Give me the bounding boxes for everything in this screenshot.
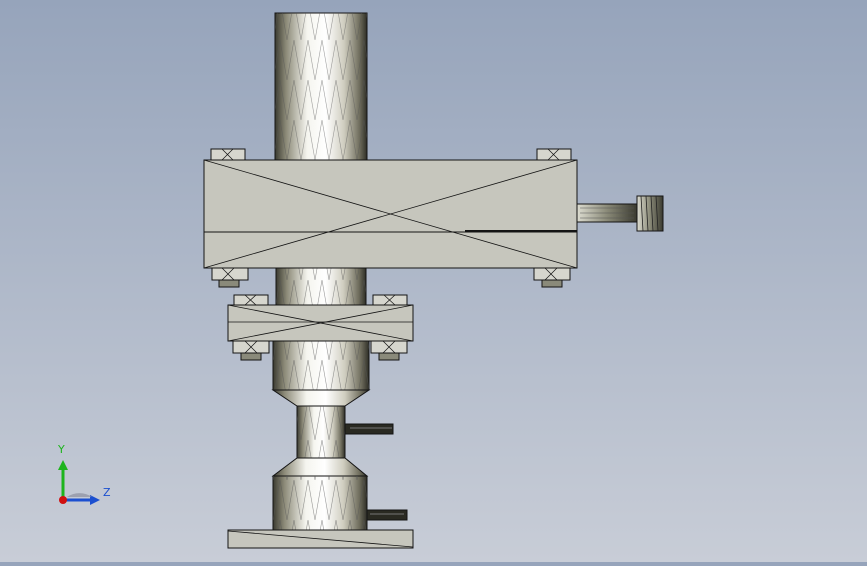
y-axis-label: Y	[58, 443, 65, 456]
lower-housing-block[interactable]	[227, 304, 414, 342]
bolt-upper-bottom-left	[211, 267, 249, 288]
neck-section	[271, 389, 371, 531]
adjustment-knob[interactable]	[576, 195, 664, 232]
base-plate	[227, 529, 414, 549]
z-axis-label: Z	[103, 486, 111, 499]
bolt-upper-left	[210, 148, 246, 161]
bolt-upper-right	[536, 148, 572, 161]
bolt-lower-top-right	[372, 294, 408, 306]
bolt-lower-bottom-right	[370, 340, 408, 361]
side-pin-upper	[344, 423, 394, 435]
bolt-lower-bottom-left	[232, 340, 270, 361]
upper-housing-block[interactable]	[203, 159, 578, 269]
bolt-upper-bottom-right	[533, 267, 571, 288]
bolt-lower-top-left	[233, 294, 269, 306]
model-view[interactable]	[0, 0, 867, 562]
cad-viewport[interactable]: Y Z	[0, 0, 867, 562]
coordinate-triad-icon	[58, 460, 100, 505]
side-pin-lower	[366, 509, 408, 521]
upper-shaft	[274, 12, 368, 161]
